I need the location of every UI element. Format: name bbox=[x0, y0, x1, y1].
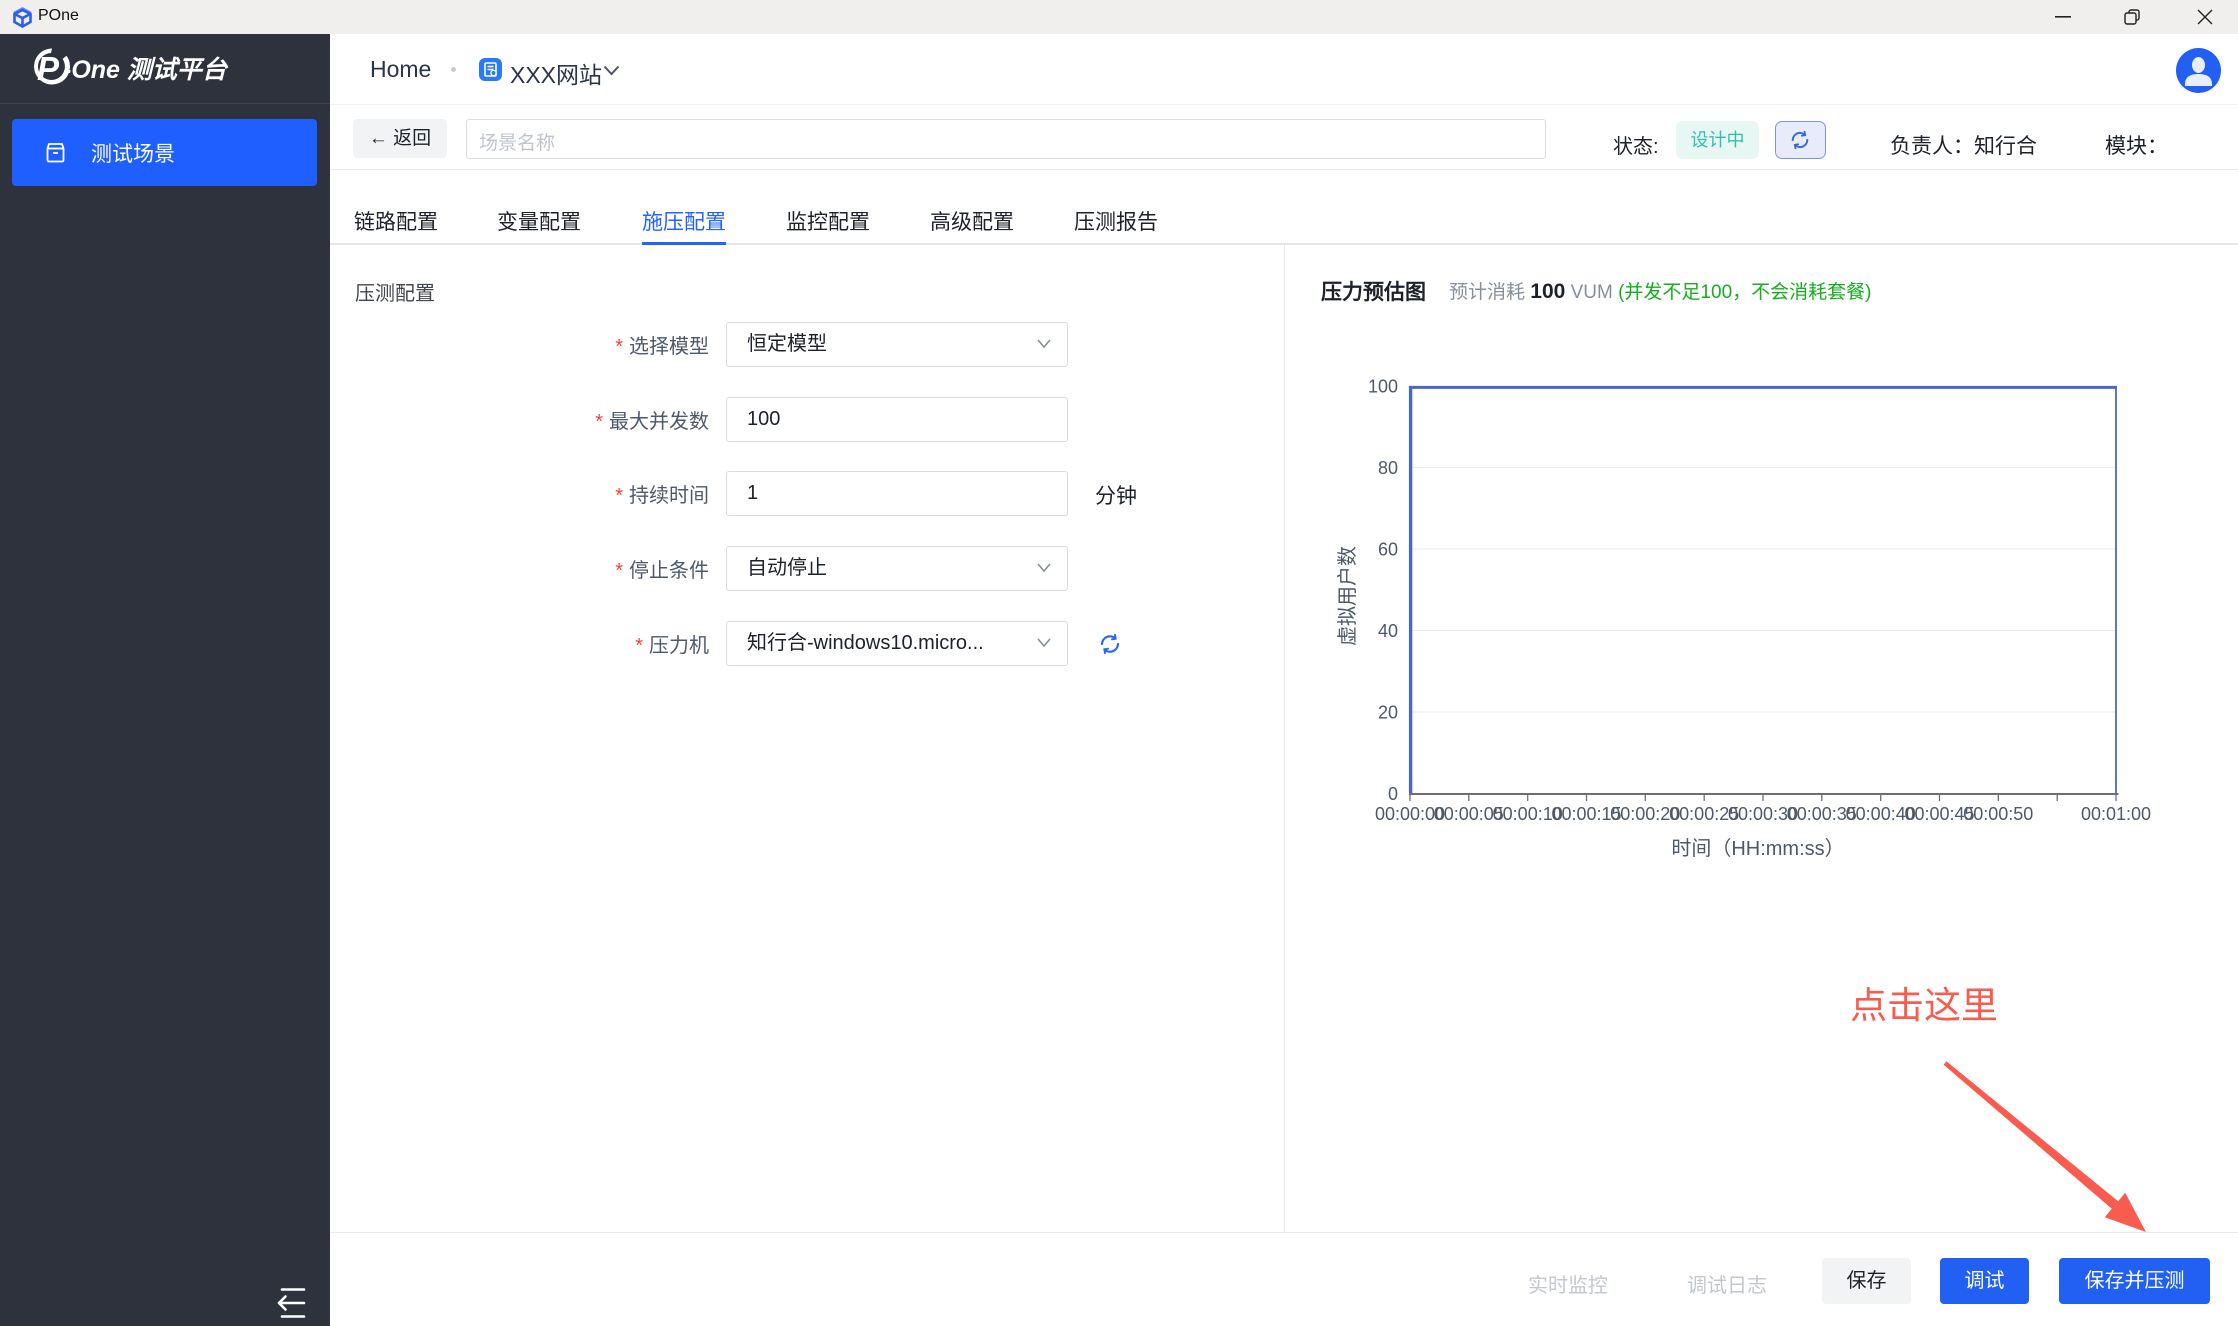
svg-text:00:00:50: 00:00:50 bbox=[1963, 804, 2033, 824]
svg-text:-One 测试平台: -One 测试平台 bbox=[63, 56, 229, 84]
svg-text:20: 20 bbox=[1378, 702, 1398, 722]
svg-text:80: 80 bbox=[1378, 458, 1398, 478]
svg-text:00:01:00: 00:01:00 bbox=[2081, 804, 2151, 824]
svg-text:P: P bbox=[37, 50, 60, 87]
svg-text:虚拟用户数: 虚拟用户数 bbox=[1336, 546, 1359, 646]
svg-text:60: 60 bbox=[1378, 539, 1398, 559]
svg-text:40: 40 bbox=[1378, 621, 1398, 641]
svg-text:0: 0 bbox=[1388, 784, 1398, 804]
svg-text:时间（HH:mm:ss）: 时间（HH:mm:ss） bbox=[1671, 837, 1844, 860]
svg-text:100: 100 bbox=[1368, 376, 1398, 396]
